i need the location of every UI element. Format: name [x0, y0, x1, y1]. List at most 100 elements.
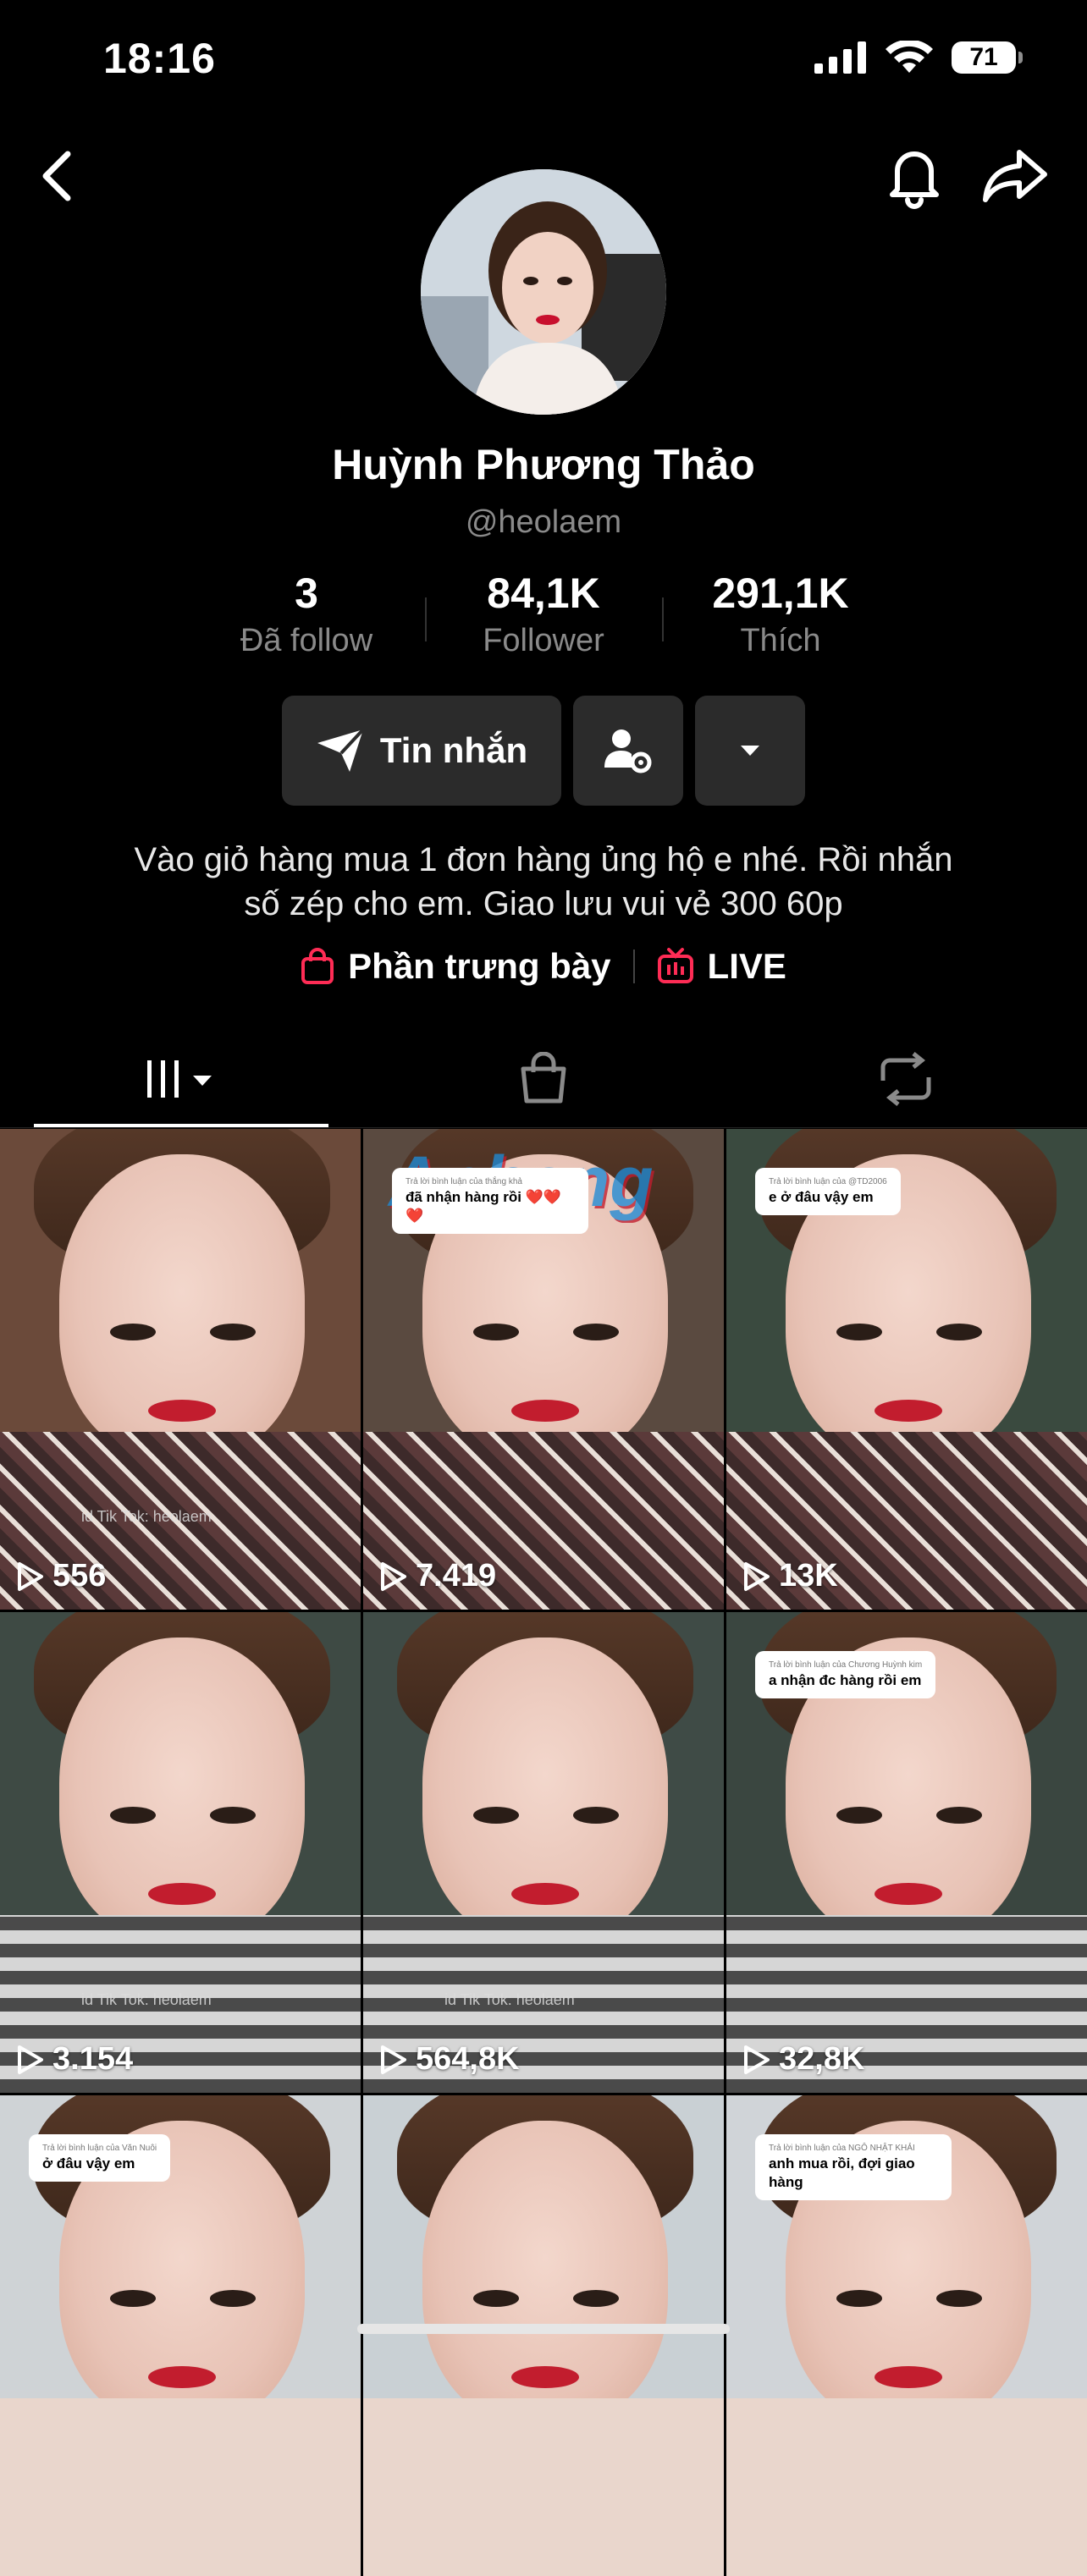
wifi-icon — [886, 41, 933, 73]
thumbnail-eye — [110, 1324, 156, 1340]
reply-caption: Trả lời bình luận của @TD2006 e ở đâu vậy… — [755, 1168, 901, 1215]
video-thumbnail[interactable]: id Tik Tok: heolaem 556 — [0, 1129, 361, 1610]
thumbnail-eye — [836, 1807, 882, 1824]
profile-handle: @heolaem — [465, 504, 622, 540]
view-count: 7.419 — [378, 1558, 496, 1594]
thumbnail-lips — [511, 1883, 579, 1905]
thumbnail-eye — [473, 1324, 519, 1340]
play-icon — [18, 1561, 43, 1591]
profile-name: Huỳnh Phương Thảo — [332, 441, 755, 488]
thumbnail-shirt — [726, 2398, 1087, 2576]
shopping-bag-outline-icon — [521, 1052, 566, 1104]
thumbnail-eye — [836, 2290, 882, 2307]
video-thumbnail[interactable]: id Tik Tok: heolaem 3.154 — [0, 1612, 361, 2093]
message-button[interactable]: Tin nhắn — [282, 696, 561, 806]
reply-caption-text: đã nhận hàng rồi ❤️❤️❤️ — [406, 1189, 562, 1224]
profile-links: Phần trưng bày LIVE — [0, 946, 1087, 987]
battery-level: 71 — [969, 43, 998, 71]
stat-followers-value: 84,1K — [487, 570, 600, 617]
tab-reposts[interactable] — [725, 1031, 1087, 1127]
thumbnail-eye — [836, 1324, 882, 1340]
home-indicator — [357, 2324, 730, 2334]
share-button[interactable] — [980, 144, 1051, 208]
tab-shop[interactable] — [362, 1031, 725, 1127]
thumbnail-face — [59, 1638, 305, 1942]
thumbnail-face — [422, 1638, 668, 1942]
battery-icon: 71 — [952, 41, 1023, 74]
video-thumbnail[interactable]: Trả lời bình luận của Chương Huỳnh kim a … — [726, 1612, 1087, 2093]
thumbnail-eye — [573, 1807, 619, 1824]
play-icon — [744, 1561, 770, 1591]
notification-button[interactable] — [882, 142, 946, 210]
thumbnail-eye — [210, 1324, 256, 1340]
video-thumbnail[interactable] — [363, 2095, 724, 2576]
stat-following[interactable]: 3 Đã follow — [188, 569, 425, 659]
more-options-button[interactable] — [695, 696, 805, 806]
tab-videos[interactable] — [0, 1031, 362, 1127]
profile-actions: Tin nhắn — [282, 696, 805, 806]
thumbnail-lips — [148, 1400, 216, 1422]
thumbnail-shirt — [363, 2398, 724, 2576]
video-grid: id Tik Tok: heolaem 556 AphangTrả lời bìn… — [0, 1129, 1087, 2576]
thumbnail-eye — [210, 2290, 256, 2307]
stat-following-label: Đã follow — [240, 623, 373, 658]
thumbnail-eye — [573, 1324, 619, 1340]
back-button[interactable] — [34, 142, 85, 210]
stat-likes[interactable]: 291,1K Thích — [662, 569, 899, 659]
stat-followers-label: Follower — [483, 623, 604, 658]
share-arrow-icon — [983, 150, 1047, 202]
reply-caption-header: Trả lời bình luận của Văn Nuôi — [42, 2144, 157, 2153]
send-icon — [317, 728, 365, 772]
reply-caption-header: Trả lời bình luận của NGÔ NHẬT KHẢI — [769, 2144, 915, 2153]
grid-filter-icon — [147, 1060, 212, 1098]
play-icon — [381, 1561, 406, 1591]
thumbnail-lips — [875, 2366, 942, 2388]
thumbnail-lips — [511, 2366, 579, 2388]
thumbnail-eye — [936, 2290, 982, 2307]
stat-following-value: 3 — [295, 570, 318, 617]
live-tv-icon — [657, 948, 693, 983]
reply-caption: Trả lời bình luận của Văn Nuôi ở đâu vậy … — [29, 2134, 171, 2182]
thumbnail-eye — [936, 1807, 982, 1824]
video-thumbnail[interactable]: Trả lời bình luận của @TD2006 e ở đâu vậy… — [726, 1129, 1087, 1610]
reply-caption-header: Trả lời bình luận của @TD2006 — [769, 1177, 887, 1186]
view-count-value: 7.419 — [416, 1558, 497, 1593]
reply-caption: Trả lời bình luận của Chương Huỳnh kim a … — [755, 1651, 936, 1698]
video-overlay-text: id Tik Tok: heolaem — [81, 1991, 212, 2008]
video-overlay-text: id Tik Tok: heolaem — [81, 1508, 212, 1525]
reply-caption-text: ở đâu vậy em — [42, 2155, 135, 2171]
view-count: 556 — [15, 1558, 106, 1594]
video-thumbnail[interactable]: id Tik Tok: heolaem 564,8K — [363, 1612, 724, 2093]
showcase-link[interactable]: Phần trưng bày — [301, 946, 611, 987]
live-label: LIVE — [707, 946, 786, 986]
reply-caption-text: anh mua rồi, đợi giao hàng — [769, 2155, 915, 2190]
stat-likes-label: Thích — [740, 623, 821, 658]
video-thumbnail[interactable]: Trả lời bình luận của Văn Nuôi ở đâu vậy … — [0, 2095, 361, 2576]
thumbnail-lips — [148, 2366, 216, 2388]
thumbnail-lips — [148, 1883, 216, 1905]
play-icon — [381, 2045, 406, 2074]
showcase-label: Phần trưng bày — [348, 946, 611, 986]
stat-followers[interactable]: 84,1K Follower — [425, 569, 662, 659]
live-link[interactable]: LIVE — [657, 946, 786, 987]
caret-down-icon — [741, 746, 759, 756]
bell-icon — [890, 151, 939, 209]
cellular-signal-icon — [814, 41, 866, 74]
video-thumbnail[interactable]: AphangTrả lời bình luận của thắng khảđã … — [363, 1129, 724, 1610]
thumbnail-eye — [110, 1807, 156, 1824]
play-icon — [744, 2045, 770, 2074]
status-icons: 71 — [814, 41, 1023, 74]
friend-settings-button[interactable] — [573, 696, 683, 806]
bio-line-1: Vào giỏ hàng mua 1 đơn hàng ủng hộ e nhé… — [134, 841, 953, 878]
thumbnail-lips — [511, 1400, 579, 1422]
thumbnail-eye — [473, 2290, 519, 2307]
view-count: 32,8K — [742, 2041, 864, 2078]
profile-avatar[interactable] — [421, 169, 666, 415]
thumbnail-eye — [110, 2290, 156, 2307]
profile-tabs — [0, 1031, 1087, 1128]
reply-caption-text: e ở đâu vậy em — [769, 1189, 874, 1205]
thumbnail-face — [59, 1154, 305, 1459]
video-thumbnail[interactable]: Trả lời bình luận của NGÔ NHẬT KHẢI anh m… — [726, 2095, 1087, 2576]
reply-caption-text: a nhận đc hàng rồi em — [769, 1672, 922, 1688]
thumbnail-eye — [210, 1807, 256, 1824]
